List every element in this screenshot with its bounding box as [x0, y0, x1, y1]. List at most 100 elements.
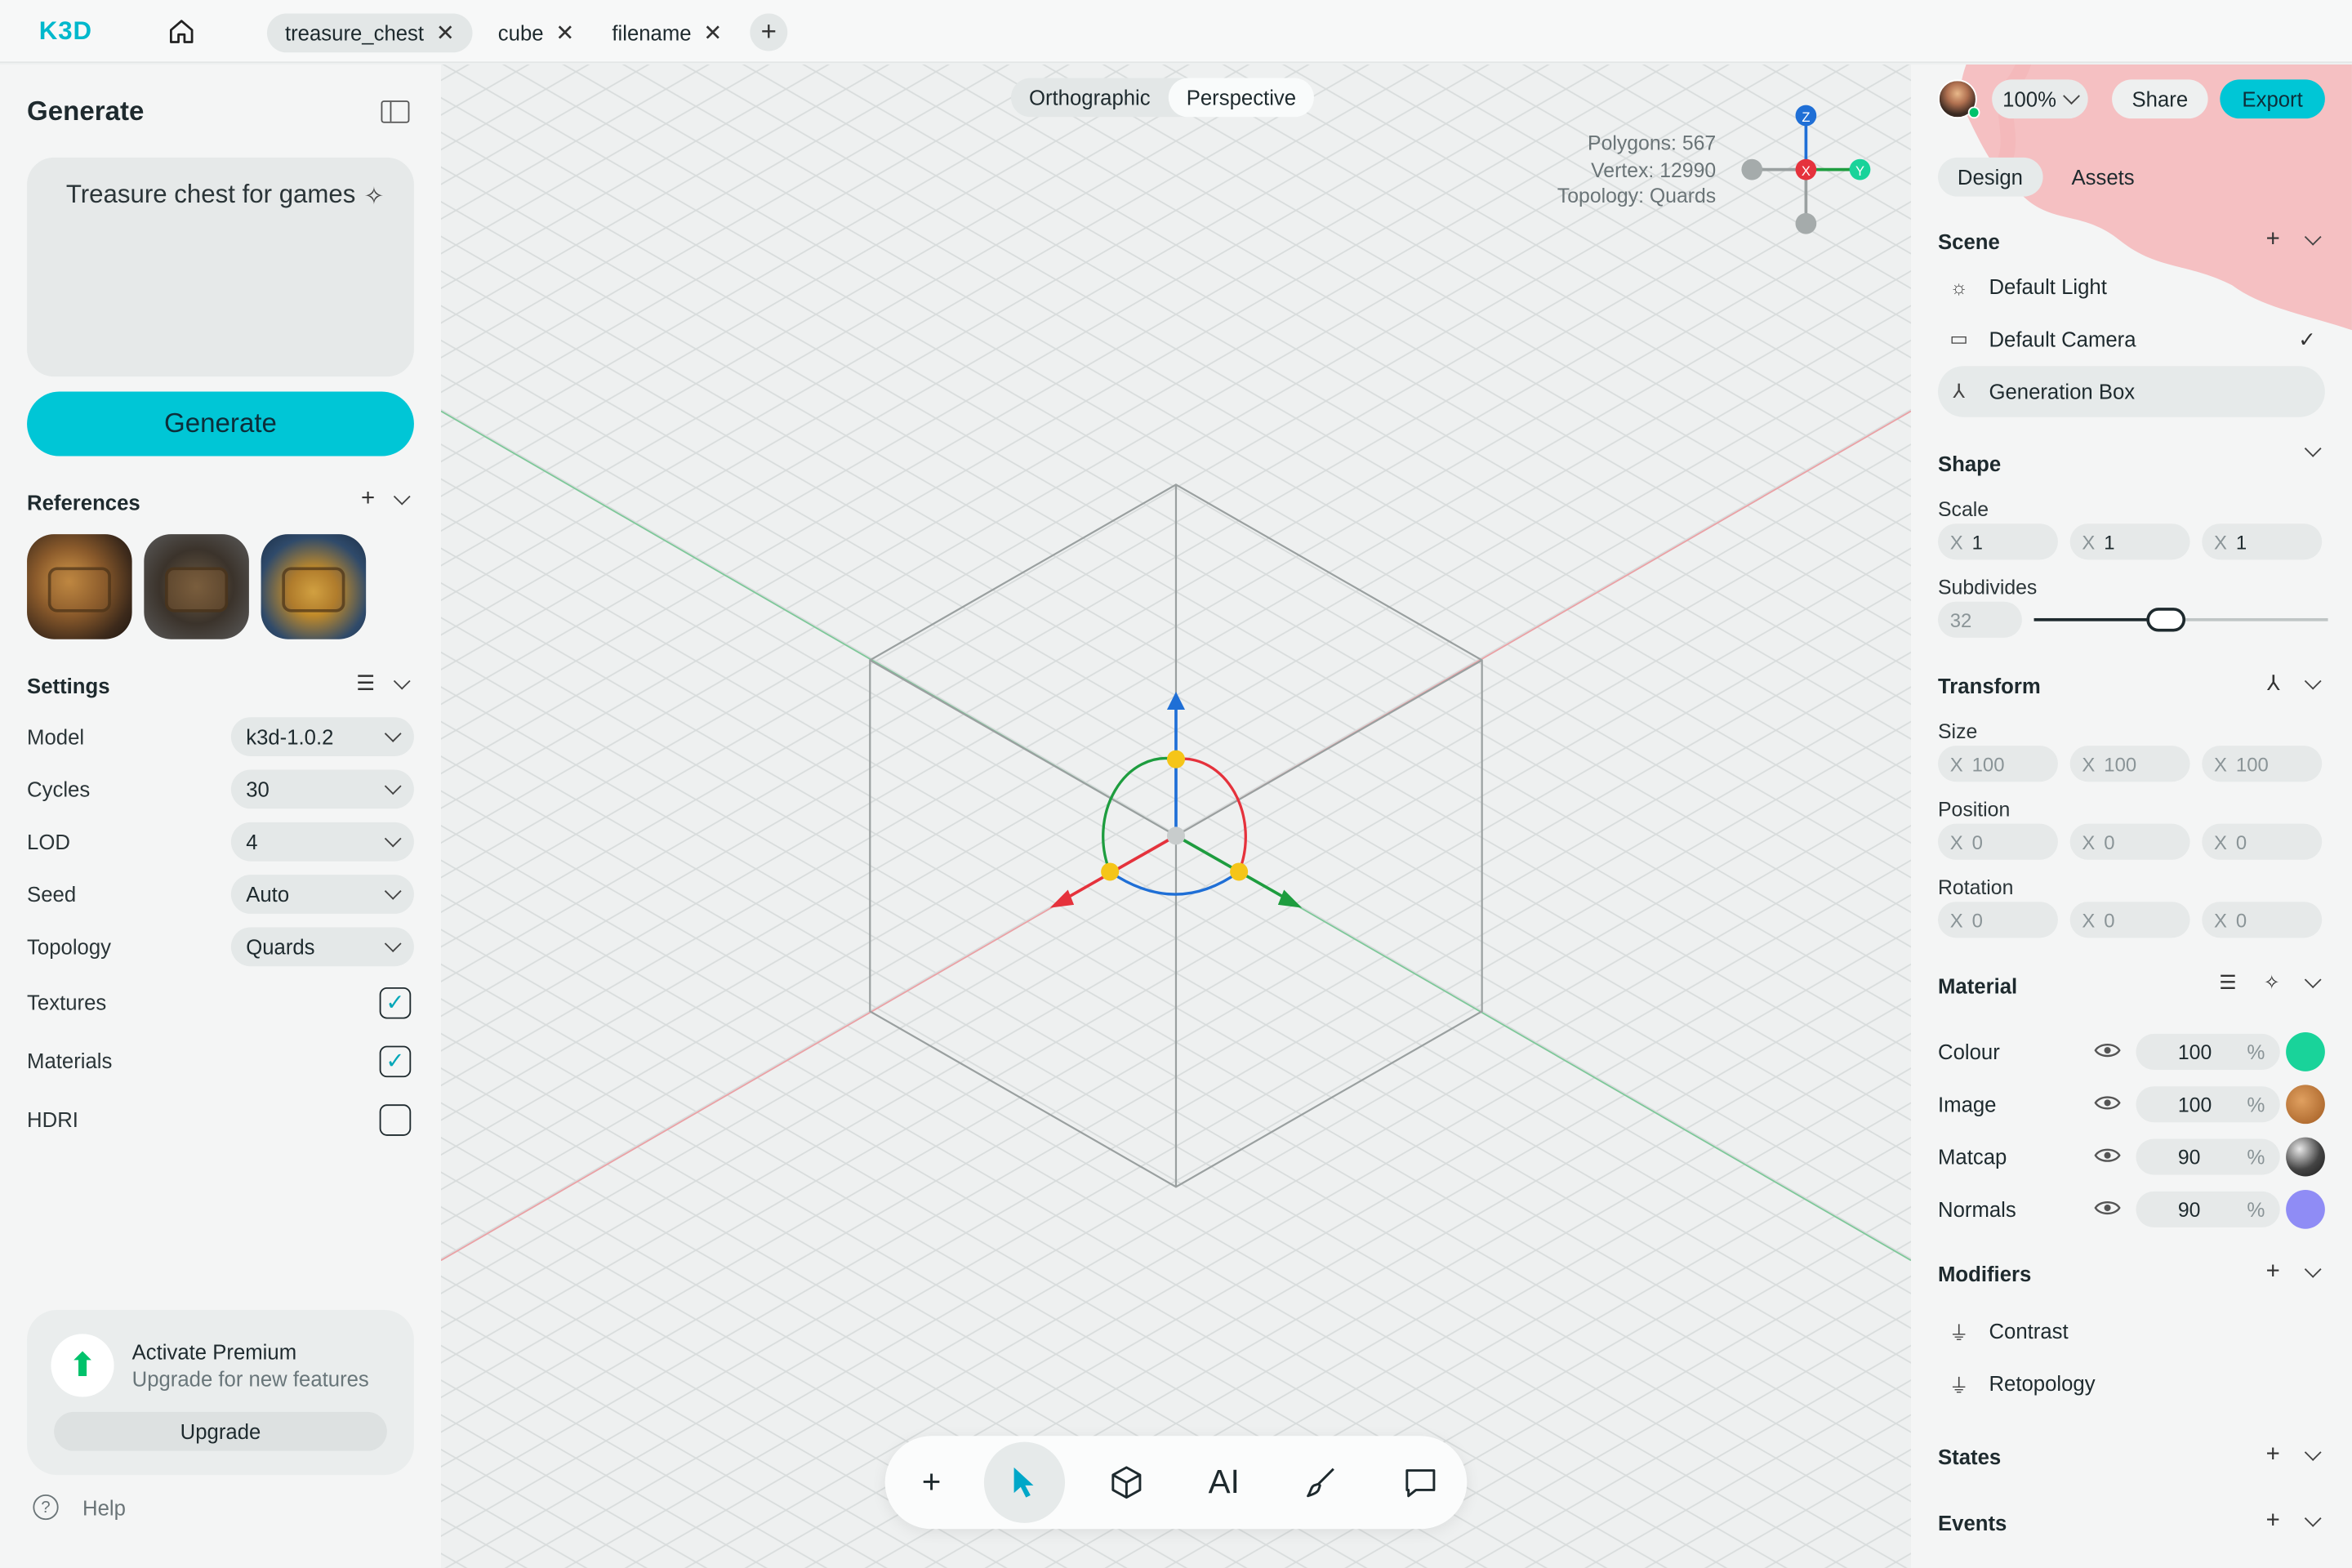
app-logo[interactable]: K3D — [39, 16, 92, 47]
seed-select[interactable]: Auto — [230, 875, 414, 914]
close-icon[interactable]: ✕ — [703, 20, 722, 47]
gizmo-y-label: Y — [1855, 163, 1864, 179]
eye-icon[interactable] — [2094, 1040, 2121, 1061]
scale-x-input[interactable]: X1 — [1938, 523, 2058, 560]
rotate-handle[interactable] — [1166, 750, 1185, 768]
add-tool-button[interactable]: + — [891, 1442, 972, 1523]
tab-assets[interactable]: Assets — [2052, 158, 2154, 197]
axis-icon[interactable]: ⅄ — [2267, 670, 2280, 696]
size-z-input[interactable]: X 100 — [2202, 746, 2323, 782]
lod-select[interactable]: 4 — [230, 822, 414, 862]
percent-sign: % — [2247, 1145, 2265, 1169]
center-handle[interactable] — [1166, 826, 1185, 845]
magic-wand-icon[interactable]: ✧ — [364, 179, 385, 218]
brush-tool-button[interactable] — [1281, 1442, 1362, 1523]
plus-icon[interactable]: + — [361, 486, 375, 513]
percent-sign: % — [2247, 1040, 2265, 1063]
plus-icon[interactable]: + — [2266, 1508, 2280, 1535]
eye-icon[interactable] — [2094, 1197, 2121, 1218]
comment-tool-button[interactable] — [1380, 1442, 1461, 1523]
size-y-input[interactable]: X 100 — [2069, 746, 2190, 782]
close-icon[interactable]: ✕ — [555, 20, 574, 47]
select-value: k3d-1.0.2 — [246, 724, 334, 749]
scale-z-input[interactable]: X1 — [2202, 523, 2323, 560]
chevron-down-icon[interactable] — [393, 488, 411, 506]
chevron-down-icon[interactable] — [2304, 439, 2322, 457]
home-icon[interactable] — [168, 18, 195, 45]
scene-item-default-camera[interactable]: ▭ Default Camera ✓ — [1938, 314, 2325, 364]
magic-wand-icon[interactable]: ✧ — [2264, 971, 2280, 995]
plus-icon[interactable]: + — [2266, 1442, 2280, 1469]
help-link[interactable]: ? Help — [33, 1494, 126, 1521]
viewport[interactable]: Z Y X Orthographic Perspective Polygons:… — [440, 65, 1911, 1568]
image-value-input[interactable]: 100% — [2136, 1086, 2280, 1123]
normals-swatch[interactable] — [2286, 1189, 2325, 1229]
cube-tool-button[interactable] — [1086, 1442, 1167, 1523]
textures-checkbox[interactable]: ✓ — [379, 987, 412, 1018]
materials-checkbox[interactable]: ✓ — [379, 1045, 412, 1077]
chevron-down-icon[interactable] — [2304, 671, 2322, 689]
chevron-down-icon[interactable] — [393, 671, 411, 689]
rotate-handle[interactable] — [1230, 862, 1249, 881]
prompt-input[interactable]: Treasure chest for games ✧ — [27, 157, 414, 377]
hdri-checkbox[interactable] — [379, 1103, 412, 1135]
chevron-down-icon[interactable] — [2304, 1444, 2322, 1461]
rotation-x-input[interactable]: X0 — [1938, 902, 2058, 938]
zoom-dropdown[interactable]: 100% — [1992, 79, 2088, 119]
chevron-down-icon[interactable] — [2304, 1509, 2322, 1527]
rotation-z-input[interactable]: X0 — [2202, 902, 2323, 938]
add-tab-button[interactable]: + — [750, 13, 788, 51]
tab-treasure-chest[interactable]: treasure_chest ✕ — [266, 13, 473, 53]
reference-image-2[interactable] — [144, 534, 249, 639]
scale-y-input[interactable]: X1 — [2069, 523, 2190, 560]
eye-icon[interactable] — [2094, 1093, 2121, 1114]
ai-text-tool-button[interactable]: AI — [1183, 1442, 1264, 1523]
normals-value-input[interactable]: 90% — [2136, 1191, 2280, 1227]
tab-filename[interactable]: filename ✕ — [594, 14, 740, 53]
list-icon[interactable]: ☰ — [356, 670, 375, 696]
position-y-input[interactable]: X0 — [2069, 823, 2190, 860]
topology-select[interactable]: Quards — [230, 927, 414, 967]
view-perspective[interactable]: Perspective — [1168, 78, 1315, 118]
subdivides-slider-thumb[interactable] — [2146, 608, 2186, 632]
matcap-swatch[interactable] — [2286, 1137, 2325, 1177]
modifier-contrast[interactable]: ⏚ Contrast — [1938, 1308, 2325, 1353]
setting-label: Seed — [27, 882, 77, 906]
modifier-retopology[interactable]: ⏚ Retopology — [1938, 1361, 2325, 1405]
subdivides-input[interactable]: 32 — [1938, 601, 2022, 638]
tab-design[interactable]: Design — [1938, 157, 2042, 197]
chevron-down-icon[interactable] — [2304, 1260, 2322, 1278]
rotate-handle[interactable] — [1101, 862, 1120, 881]
upgrade-button[interactable]: Upgrade — [54, 1411, 387, 1451]
plus-icon[interactable]: + — [2266, 1258, 2280, 1285]
generate-button[interactable]: Generate — [27, 391, 414, 457]
scene-item-generation-box[interactable]: ⅄ Generation Box — [1938, 366, 2325, 417]
field-value: 1 — [1971, 530, 1983, 554]
cycles-select[interactable]: 30 — [230, 769, 414, 809]
colour-swatch[interactable] — [2286, 1032, 2325, 1071]
list-icon[interactable]: ☰ — [2219, 971, 2236, 995]
position-z-input[interactable]: X0 — [2202, 823, 2323, 860]
model-select[interactable]: k3d-1.0.2 — [230, 717, 414, 756]
sidebar-toggle-icon[interactable] — [381, 100, 410, 123]
image-swatch[interactable] — [2286, 1085, 2325, 1125]
colour-value-input[interactable]: 100% — [2136, 1033, 2280, 1070]
events-actions: + — [2266, 1508, 2322, 1535]
position-x-input[interactable]: X0 — [1938, 823, 2058, 860]
scene-item-default-light[interactable]: ☼ Default Light — [1938, 261, 2325, 312]
reference-image-1[interactable] — [27, 534, 132, 639]
close-icon[interactable]: ✕ — [436, 20, 455, 47]
plus-icon[interactable]: + — [2266, 226, 2280, 253]
select-tool-button[interactable] — [983, 1441, 1066, 1523]
view-orthographic[interactable]: Orthographic — [1011, 78, 1169, 118]
rotation-y-input[interactable]: X0 — [2069, 902, 2190, 938]
eye-icon[interactable] — [2094, 1145, 2121, 1166]
reference-image-3[interactable] — [261, 534, 367, 639]
tab-cube[interactable]: cube ✕ — [480, 14, 593, 53]
chevron-down-icon[interactable] — [2304, 971, 2322, 989]
matcap-value-input[interactable]: 90% — [2136, 1138, 2280, 1175]
share-button[interactable]: Share — [2112, 79, 2208, 119]
export-button[interactable]: Export — [2220, 79, 2325, 119]
size-x-input[interactable]: X 100 — [1938, 746, 2058, 782]
chevron-down-icon[interactable] — [2304, 228, 2322, 246]
